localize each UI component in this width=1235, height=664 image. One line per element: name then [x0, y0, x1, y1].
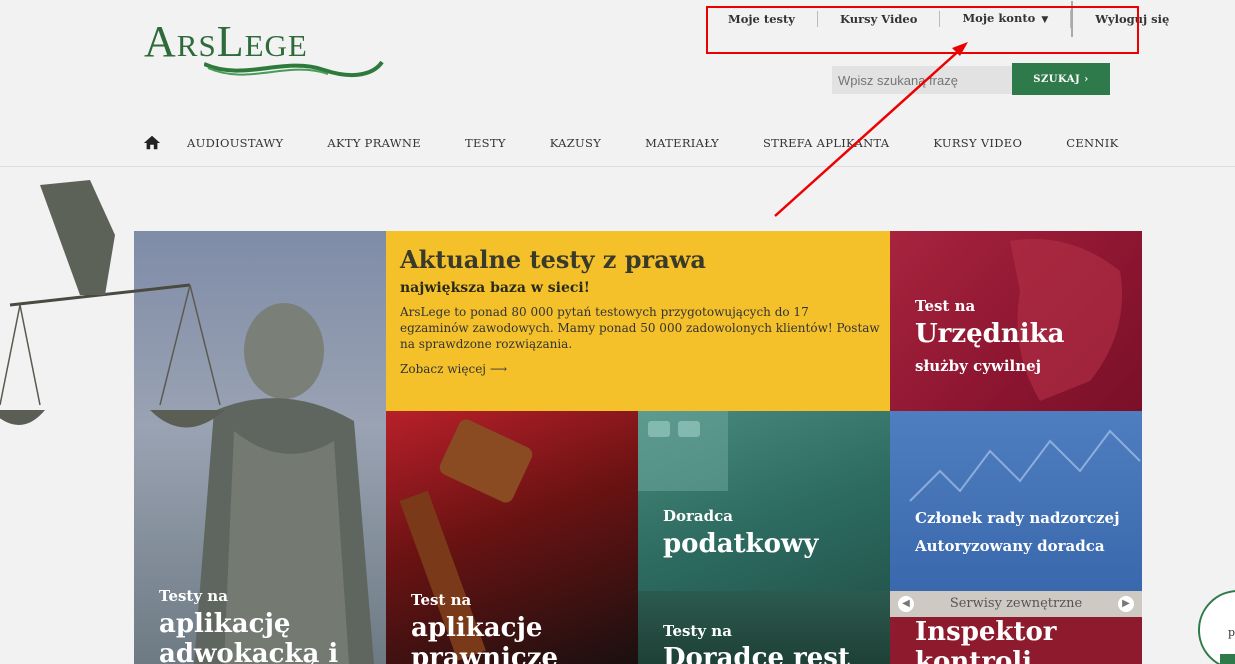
- serwisy-carousel-bar: ◀ Serwisy zewnętrzne ▶: [890, 591, 1142, 617]
- logo-swoosh-icon: [204, 60, 384, 78]
- arrow-right-icon: ⟶: [489, 362, 508, 376]
- hero-subtitle: największa baza w sieci!: [400, 280, 590, 296]
- main-nav: AUDIOUSTAWY AKTY PRAWNE TESTY KAZUSY MAT…: [143, 134, 1163, 152]
- hero-more-label: Zobacz więcej: [400, 362, 487, 376]
- stock-chart-image: [909, 429, 1141, 502]
- nav-testy[interactable]: TESTY: [465, 136, 506, 150]
- nav-materialy[interactable]: MATERIAŁY: [645, 136, 719, 150]
- hero-more-link[interactable]: Zobacz więcej ⟶: [400, 362, 876, 376]
- tile-inspektor-large2: kontroli: [915, 647, 1033, 664]
- tile-aplikacje-prawnicze[interactable]: Test na aplikacje prawnicze: [386, 411, 638, 664]
- tile-restruk-small: Testy na: [663, 622, 732, 640]
- nav-audioustawy[interactable]: AUDIOUSTAWY: [187, 136, 283, 150]
- tile-rada-line2: Autoryzowany doradca: [915, 537, 1105, 555]
- nav-strefa-aplikanta[interactable]: STREFA APLIKANTA: [763, 136, 889, 150]
- tile-inspektor-large1: Inspektor: [915, 617, 1057, 647]
- tile-prawnicze-small: Test na: [411, 591, 472, 609]
- logo[interactable]: ArsLege: [144, 12, 384, 86]
- tile-podatkowy-large: podatkowy: [663, 529, 819, 559]
- serwisy-label: Serwisy zewnętrzne: [949, 596, 1083, 611]
- tile-doradca-restrukturyzacyjny[interactable]: Testy na Doradcę rest: [638, 591, 890, 664]
- nav-kazusy[interactable]: KAZUSY: [550, 136, 601, 150]
- nav-divider: [0, 166, 1235, 167]
- tile-prawnicze-large2: prawnicze: [411, 643, 559, 664]
- tile-doradca-podatkowy[interactable]: Doradca podatkowy: [638, 411, 890, 591]
- home-icon[interactable]: [143, 134, 161, 152]
- tile-urzednik-large: Urzędnika: [915, 319, 1065, 349]
- scales-of-justice-image: [0, 180, 225, 428]
- tile-urzednik-small2: służby cywilnej: [915, 357, 1042, 375]
- tile-inspektor[interactable]: Inspektor kontroli: [890, 617, 1142, 664]
- tile-urzednik-small: Test na: [915, 297, 976, 315]
- side-widget[interactable]: pl: [1198, 590, 1235, 664]
- nav-akty-prawne[interactable]: AKTY PRAWNE: [327, 136, 421, 150]
- hero-title: Aktualne testy z prawa: [400, 245, 706, 274]
- annotation-highlight-box: [706, 6, 1139, 54]
- nav-cennik[interactable]: CENNIK: [1066, 136, 1118, 150]
- hero-tile: Aktualne testy z prawa największa baza w…: [386, 231, 890, 411]
- search-input[interactable]: [832, 66, 1012, 94]
- carousel-next-icon[interactable]: ▶: [1118, 596, 1134, 612]
- tile-rada-line1: Członek rady nadzorczej: [915, 509, 1120, 527]
- search-button[interactable]: SZUKAJ ›: [1012, 63, 1110, 95]
- chevron-right-icon: ›: [1084, 73, 1089, 85]
- tile-rada-nadzorcza[interactable]: Członek rady nadzorczej Autoryzowany dor…: [890, 411, 1142, 591]
- search-button-label: SZUKAJ: [1033, 73, 1081, 85]
- nav-kursy-video[interactable]: KURSY VIDEO: [933, 136, 1022, 150]
- tile-podatkowy-small: Doradca: [663, 507, 733, 525]
- tile-urzednik[interactable]: Test na Urzędnika służby cywilnej: [890, 231, 1142, 411]
- side-widget-bar: [1220, 654, 1235, 664]
- tile-restruk-large: Doradcę rest: [663, 643, 850, 664]
- hero-body: ArsLege to ponad 80 000 pytań testowych …: [400, 305, 880, 351]
- side-widget-text: pl: [1228, 626, 1235, 639]
- tile-prawnicze-large1: aplikacje: [411, 613, 543, 643]
- calculator-image: [638, 411, 728, 491]
